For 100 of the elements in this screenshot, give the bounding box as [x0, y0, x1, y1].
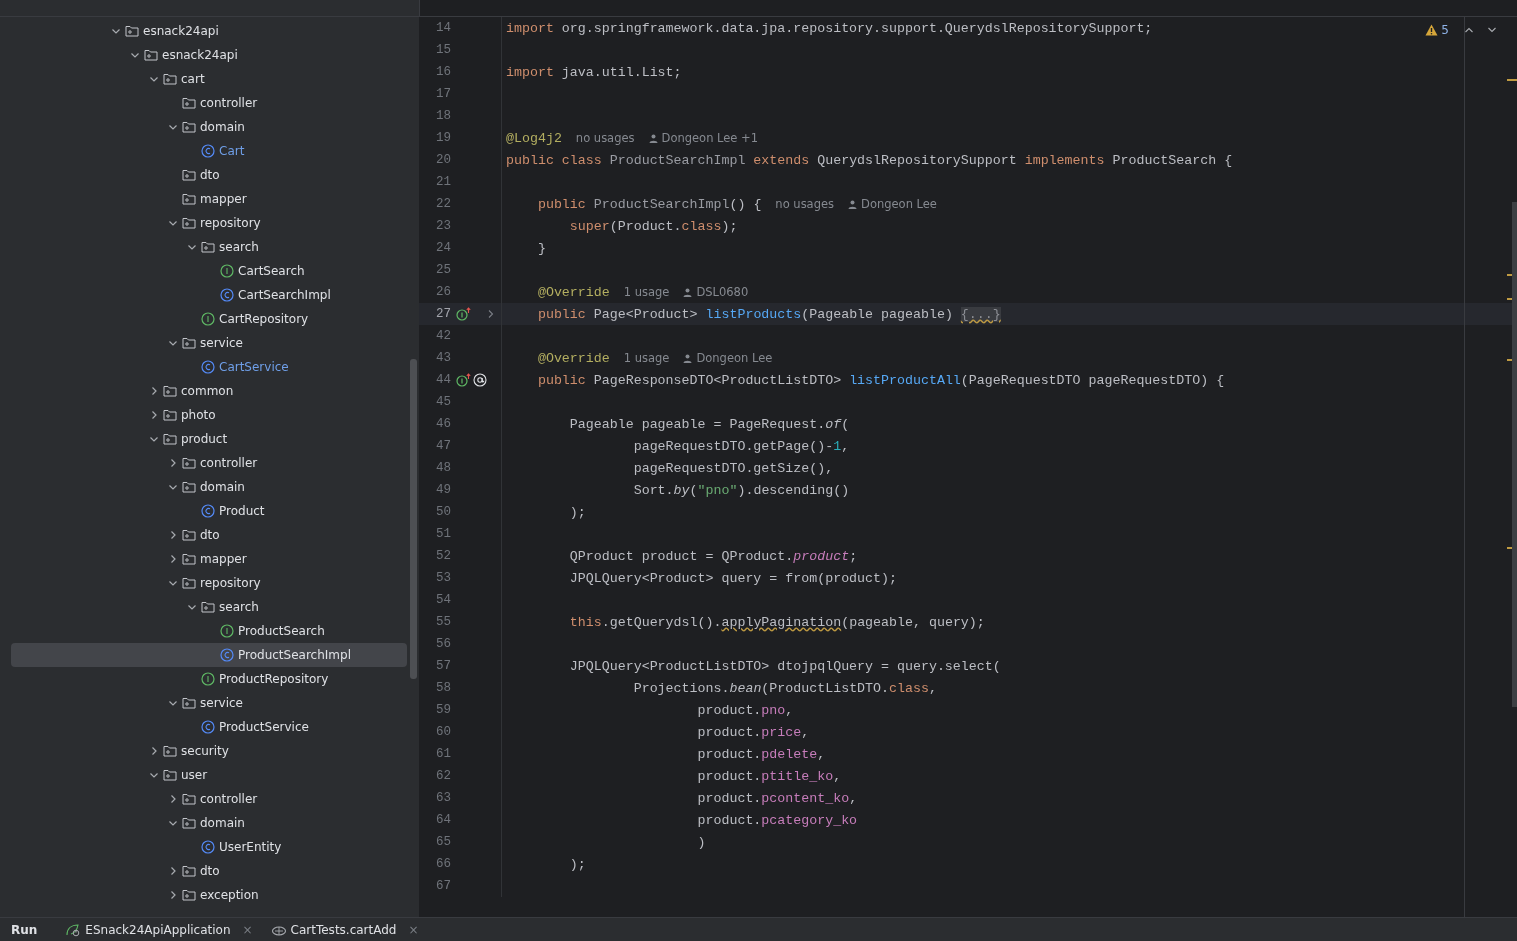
line-number: 51	[435, 527, 451, 541]
tree-item[interactable]: ProductSearch	[11, 619, 407, 643]
interface-icon	[201, 312, 215, 326]
chevron-down-icon[interactable]	[129, 50, 140, 60]
tree-item[interactable]: repository	[11, 571, 407, 595]
author-hint[interactable]: Dongeon Lee	[683, 351, 773, 365]
code-line: pageRequestDTO.getPage()-1,	[632, 438, 850, 454]
tree-item[interactable]: esnack24api	[11, 43, 407, 67]
tree-item[interactable]: Product	[11, 499, 407, 523]
interface-icon	[220, 624, 234, 638]
author-hint[interactable]: DSL0680	[683, 285, 749, 299]
tree-item[interactable]: Cart	[11, 139, 407, 163]
tree-item[interactable]: domain	[11, 115, 407, 139]
code-line: );	[568, 856, 586, 872]
tree-item[interactable]: photo	[11, 403, 407, 427]
scrollbar-thumb[interactable]	[1512, 202, 1517, 707]
tree-item[interactable]: security	[11, 739, 407, 763]
line-number: 49	[435, 483, 451, 497]
code-line: @Override	[536, 284, 610, 300]
code-line: public class ProductSearchImpl extends QuerydslRepositorySupport implements ProductSearch {	[506, 152, 1233, 168]
chevron-down-icon[interactable]	[186, 242, 197, 252]
chevron-down-icon[interactable]	[186, 602, 197, 612]
tree-item[interactable]: common	[11, 379, 407, 403]
package-folder-icon	[182, 457, 196, 469]
problems-indicator[interactable]: 5	[1425, 23, 1497, 37]
line-number: 67	[435, 879, 451, 893]
class-icon	[201, 720, 215, 734]
tree-item[interactable]: domain	[11, 811, 407, 835]
chevron-down-icon[interactable]	[167, 698, 178, 708]
tree-item[interactable]: dto	[11, 859, 407, 883]
implements-method-icon[interactable]	[456, 373, 472, 387]
package-folder-icon	[182, 889, 196, 901]
tree-item[interactable]: controller	[11, 451, 407, 475]
usages-hint[interactable]: no usages	[775, 197, 835, 211]
scrollbar-thumb[interactable]	[410, 359, 417, 679]
chevron-down-icon[interactable]	[148, 770, 159, 780]
author-hint[interactable]: Dongeon Lee	[848, 197, 937, 211]
person-icon	[848, 199, 858, 209]
line-number: 50	[435, 505, 451, 519]
chevron-down-icon[interactable]	[110, 26, 121, 36]
code-line: @Override	[536, 350, 610, 366]
chevron-down-icon[interactable]	[167, 338, 178, 348]
tree-item[interactable]: cart	[11, 67, 407, 91]
chevron-down-icon[interactable]	[1487, 26, 1497, 34]
implements-method-icon[interactable]	[456, 307, 472, 321]
tree-item[interactable]: repository	[11, 211, 407, 235]
line-number: 61	[435, 747, 451, 761]
chevron-down-icon[interactable]	[167, 482, 178, 492]
chevron-down-icon[interactable]	[167, 818, 178, 828]
tree-item[interactable]: domain	[11, 475, 407, 499]
chevron-down-icon[interactable]	[148, 74, 159, 84]
test-icon	[270, 923, 287, 937]
tree-item[interactable]: dto	[11, 523, 407, 547]
tree-item[interactable]: controller	[11, 91, 407, 115]
tree-item[interactable]: search	[11, 235, 407, 259]
usages-hint[interactable]: 1 usage	[623, 351, 670, 365]
author-hint[interactable]: Dongeon Lee +1	[648, 131, 759, 145]
tree-item[interactable]: product	[11, 427, 407, 451]
tree-item[interactable]: controller	[11, 787, 407, 811]
tree-item[interactable]: CartSearchImpl	[11, 283, 407, 307]
line-number: 65	[435, 835, 451, 849]
chevron-up-icon[interactable]	[1464, 26, 1474, 34]
tree-item[interactable]: CartSearch	[11, 259, 407, 283]
usages-hint[interactable]: no usages	[575, 131, 635, 145]
line-number: 19	[435, 131, 451, 145]
tree-item[interactable]: ProductSearchImpl	[11, 643, 407, 667]
package-folder-icon	[163, 409, 177, 421]
app-run-icon	[65, 923, 82, 937]
tree-item[interactable]: mapper	[11, 187, 407, 211]
tree-item[interactable]: exception	[11, 883, 407, 907]
usages-hint[interactable]: 1 usage	[623, 285, 670, 299]
chevron-down-icon[interactable]	[167, 218, 178, 228]
run-tab[interactable]: ESnack24ApiApplication ×	[65, 923, 253, 937]
chevron-down-icon[interactable]	[148, 434, 159, 444]
package-folder-icon	[144, 49, 158, 61]
tree-item[interactable]: search	[11, 595, 407, 619]
tree-item[interactable]: mapper	[11, 547, 407, 571]
run-tab[interactable]: CartTests.cartAdd ×	[270, 923, 419, 937]
tree-item[interactable]: CartService	[11, 355, 407, 379]
package-folder-icon	[182, 553, 196, 565]
tree-item[interactable]: service	[11, 691, 407, 715]
code-line: pageRequestDTO.getSize(),	[632, 460, 834, 476]
chevron-down-icon[interactable]	[167, 122, 178, 132]
tree-item[interactable]: CartRepository	[11, 307, 407, 331]
tree-item[interactable]: ProductRepository	[11, 667, 407, 691]
tree-item[interactable]: dto	[11, 163, 407, 187]
line-number: 45	[435, 395, 451, 409]
package-folder-icon	[182, 865, 196, 877]
tree-item[interactable]: ProductService	[11, 715, 407, 739]
tree-item[interactable]: esnack24api	[11, 19, 407, 43]
chevron-right-icon[interactable]	[487, 309, 495, 319]
chevron-down-icon[interactable]	[167, 578, 178, 588]
package-folder-icon	[182, 121, 196, 133]
tree-item[interactable]: user	[11, 763, 407, 787]
code-line: product.pno,	[696, 702, 794, 718]
line-number: 18	[435, 109, 451, 123]
code-line: @Log4j2	[506, 130, 562, 146]
tree-item[interactable]: service	[11, 331, 407, 355]
tree-item[interactable]: UserEntity	[11, 835, 407, 859]
at-sign-icon[interactable]	[473, 373, 487, 387]
